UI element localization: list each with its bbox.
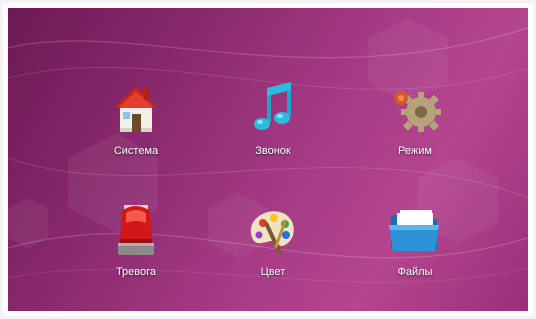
menu-item-label: Тревога bbox=[115, 266, 157, 278]
menu-item-label: Звонок bbox=[255, 145, 291, 157]
menu-item-label: Режим bbox=[398, 145, 432, 157]
menu-item-files[interactable]: Файлы bbox=[360, 199, 470, 299]
gears-icon bbox=[394, 91, 441, 132]
menu-item-mode[interactable]: Режим bbox=[360, 78, 470, 178]
house-icon bbox=[114, 86, 158, 132]
menu-item-color[interactable]: Цвет bbox=[218, 199, 328, 299]
menu-item-label: Файлы bbox=[397, 266, 433, 278]
folder-icon bbox=[389, 210, 439, 251]
menu-item-ringtone[interactable]: Звонок bbox=[218, 78, 328, 178]
alarm-siren-icon bbox=[118, 205, 154, 255]
menu-screen: Система Звонок Режим Тревога Цвет Файлы bbox=[8, 8, 528, 311]
menu-item-label: Система bbox=[113, 145, 159, 157]
music-note-icon bbox=[254, 82, 291, 130]
menu-item-system[interactable]: Система bbox=[81, 78, 191, 178]
menu-item-alarm[interactable]: Тревога bbox=[81, 199, 191, 299]
menu-item-label: Цвет bbox=[260, 266, 286, 278]
palette-icon bbox=[250, 211, 294, 254]
